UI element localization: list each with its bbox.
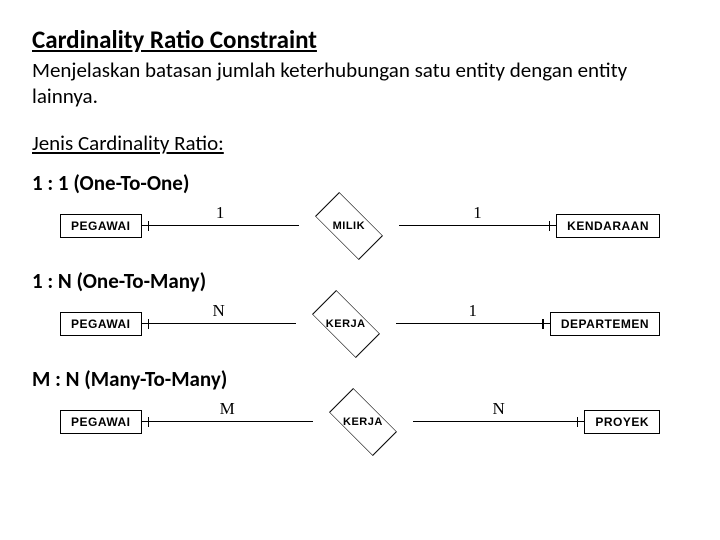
entity-proyek: PROYEK	[584, 410, 660, 434]
ratio-label-one-one: 1 : 1 (One-To-One)	[32, 170, 688, 196]
ratio-label-many-many: M : N (Many-To-Many)	[32, 366, 688, 392]
ratio-label-one-many: 1 : N (One-To-Many)	[32, 268, 688, 294]
entity-pegawai: PEGAWAI	[60, 214, 142, 238]
cardinality-left: M	[220, 399, 235, 419]
page-title: Cardinality Ratio Constraint	[32, 24, 688, 55]
relationship-label: KERJA	[343, 416, 383, 428]
cardinality-right: 1	[473, 203, 482, 223]
entity-pegawai: PEGAWAI	[60, 312, 142, 336]
relationship-label: MILIK	[333, 220, 365, 232]
er-diagram-many-many: PEGAWAI M KERJA N PROYEK	[60, 394, 660, 450]
connector-line: M	[142, 421, 313, 423]
cardinality-right: N	[492, 399, 504, 419]
subheading-text: Jenis Cardinality Ratio:	[32, 130, 688, 156]
relationship-milik: MILIK	[299, 206, 399, 246]
description-text: Menjelaskan batasan jumlah keterhubungan…	[32, 57, 688, 110]
connector-line: 1	[399, 225, 556, 227]
connector-line: N	[413, 421, 584, 423]
connector-line: 1	[142, 225, 299, 227]
er-diagram-one-one: PEGAWAI 1 MILIK 1 KENDARAAN	[60, 198, 660, 254]
relationship-kerja: KERJA	[296, 304, 396, 344]
relationship-label: KERJA	[326, 318, 366, 330]
connector-line: N	[142, 323, 296, 325]
entity-departemen: DEPARTEMEN	[550, 312, 660, 336]
entity-kendaraan: KENDARAAN	[556, 214, 660, 238]
entity-pegawai: PEGAWAI	[60, 410, 142, 434]
cardinality-left: 1	[216, 203, 225, 223]
connector-line: 1	[396, 323, 550, 325]
cardinality-right: 1	[469, 301, 478, 321]
relationship-kerja: KERJA	[313, 402, 413, 442]
er-diagram-one-many: PEGAWAI N KERJA 1 DEPARTEMEN	[60, 296, 660, 352]
cardinality-left: N	[212, 301, 224, 321]
